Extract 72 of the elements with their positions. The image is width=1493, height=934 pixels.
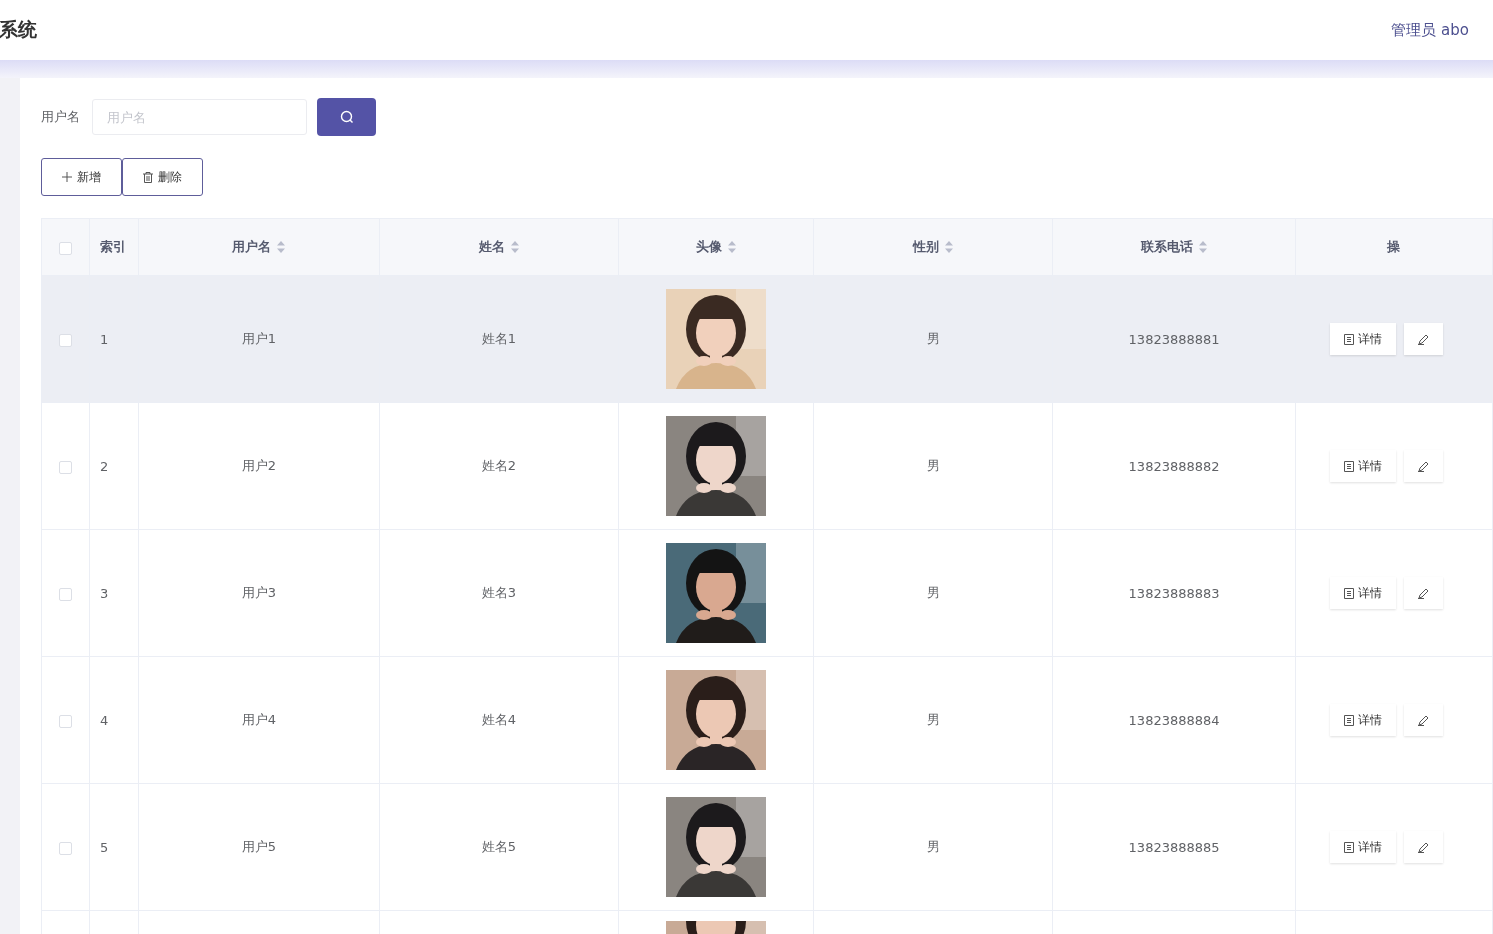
detail-button[interactable]: 详情 xyxy=(1329,450,1396,482)
phone-text: 13823888885 xyxy=(1128,839,1220,855)
gender-text: 男 xyxy=(926,839,940,854)
add-button[interactable]: 新增 xyxy=(41,158,122,196)
pencil-icon xyxy=(1417,333,1429,345)
detail-button[interactable]: 详情 xyxy=(1329,831,1396,863)
username-text: 用户4 xyxy=(241,712,277,727)
trash-icon xyxy=(143,171,153,183)
gender-text: 男 xyxy=(926,331,940,346)
phone-text: 13823888883 xyxy=(1128,585,1220,601)
index-text: 2 xyxy=(100,458,109,474)
document-icon xyxy=(1343,587,1354,599)
sort-icon[interactable] xyxy=(277,241,286,253)
sort-icon[interactable] xyxy=(1199,241,1208,253)
name-text: 姓名2 xyxy=(481,458,517,473)
column-header[interactable]: 联系电话 xyxy=(1141,238,1194,256)
document-icon xyxy=(1343,460,1354,472)
sort-icon[interactable] xyxy=(510,241,519,253)
plus-icon xyxy=(62,172,72,182)
user-name[interactable]: 管理员 abo xyxy=(1391,20,1469,40)
search-icon xyxy=(339,110,354,124)
sort-icon[interactable] xyxy=(728,241,736,253)
index-text: 3 xyxy=(100,585,109,601)
search-label: 用户名 xyxy=(41,108,80,126)
name-text: 姓名5 xyxy=(481,839,517,854)
phone-text: 13823888884 xyxy=(1128,712,1220,728)
detail-button[interactable]: 详情 xyxy=(1329,323,1396,355)
edit-button[interactable] xyxy=(1403,577,1443,609)
column-header[interactable]: 性别 xyxy=(913,238,940,256)
column-header: 操 xyxy=(1387,239,1401,254)
row-checkbox[interactable] xyxy=(59,714,72,728)
edit-button[interactable] xyxy=(1403,450,1443,482)
phone-text: 13823888882 xyxy=(1128,458,1220,474)
search-button[interactable] xyxy=(317,98,376,136)
pencil-icon xyxy=(1417,841,1429,853)
search-field[interactable]: 用户名 xyxy=(92,99,307,135)
detail-button[interactable]: 详情 xyxy=(1329,577,1396,609)
detail-button[interactable]: 详情 xyxy=(1329,704,1396,736)
document-icon xyxy=(1343,841,1354,853)
delete-button[interactable]: 删除 xyxy=(122,158,203,196)
index-text: 4 xyxy=(100,712,109,728)
edit-button[interactable] xyxy=(1403,323,1443,355)
gender-text: 男 xyxy=(926,712,940,727)
row-checkbox[interactable] xyxy=(59,841,72,855)
index-text: 1 xyxy=(100,331,109,347)
name-text: 姓名3 xyxy=(481,585,517,600)
username-text: 用户3 xyxy=(241,585,277,600)
pencil-icon xyxy=(1417,714,1429,726)
name-text: 姓名1 xyxy=(481,331,517,346)
column-header[interactable]: 头像 xyxy=(696,238,722,256)
pencil-icon xyxy=(1417,460,1429,472)
edit-button[interactable] xyxy=(1403,704,1443,736)
column-header[interactable]: 姓名 xyxy=(478,238,505,256)
username-text: 用户2 xyxy=(241,458,277,473)
row-checkbox[interactable] xyxy=(59,333,72,347)
document-icon xyxy=(1343,714,1354,726)
sort-icon[interactable] xyxy=(945,241,954,253)
document-icon xyxy=(1343,333,1354,345)
username-text: 用户1 xyxy=(241,331,277,346)
column-header[interactable]: 用户名 xyxy=(232,238,272,256)
username-text: 用户5 xyxy=(241,839,277,854)
pencil-icon xyxy=(1417,587,1429,599)
row-checkbox[interactable] xyxy=(59,587,72,601)
phone-text: 13823888881 xyxy=(1128,331,1220,347)
gender-text: 男 xyxy=(926,458,940,473)
index-text: 5 xyxy=(100,839,109,855)
gender-text: 男 xyxy=(926,585,940,600)
name-text: 姓名4 xyxy=(481,712,517,727)
row-checkbox[interactable] xyxy=(59,460,72,474)
column-header: 索引 xyxy=(100,239,127,254)
edit-button[interactable] xyxy=(1403,831,1443,863)
select-all-checkbox[interactable] xyxy=(59,241,72,255)
